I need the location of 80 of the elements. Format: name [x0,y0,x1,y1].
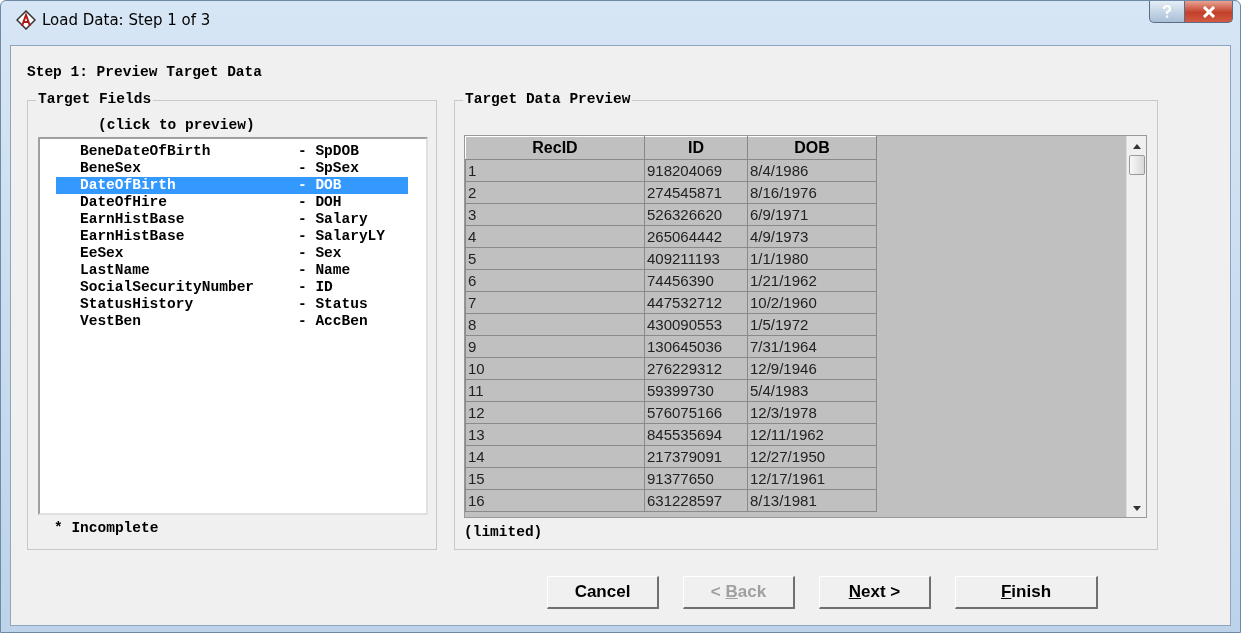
table-cell: 1 [465,159,645,182]
table-cell: 59399730 [644,379,748,402]
group-legend: Target Data Preview [463,91,633,107]
table-cell: 274545871 [644,181,748,204]
table-cell: 3 [465,203,645,226]
table-cell: 4 [465,225,645,248]
field-list-item[interactable]: BeneDateOfBirth - SpDOB [56,143,408,160]
table-cell: 12/11/1962 [747,423,877,446]
window-title: Load Data: Step 1 of 3 [42,11,211,29]
table-cell: 12/3/1978 [747,401,877,424]
field-list-item[interactable]: LastName - Name [56,262,408,279]
wizard-button[interactable]: Next > [819,576,931,609]
table-cell: 9 [465,335,645,358]
footnote-text: * Incomplete [53,519,160,536]
table-cell: 430090553 [644,313,748,336]
table-cell: 8/16/1976 [747,181,877,204]
close-icon [1201,5,1216,18]
field-list-item[interactable]: BeneSex - SpSex [56,160,408,177]
table-cell: 14 [465,445,645,468]
table-cell: 130645036 [644,335,748,358]
table-cell: 1/21/1962 [747,269,877,292]
limited-note: (limited) [464,523,544,540]
app-logo-icon [16,10,36,30]
field-list-item[interactable]: StatusHistory - Status [56,296,408,313]
table-cell: 5 [465,247,645,270]
table-cell: 8/13/1981 [747,489,877,512]
field-list-item[interactable]: DateOfHire - DOH [56,194,408,211]
column-header[interactable]: DOB [747,136,877,160]
column-header[interactable]: ID [644,136,748,160]
table-cell: 447532712 [644,291,748,314]
table-cell: 409211193 [644,247,748,270]
table-cell: 217379091 [644,445,748,468]
close-button[interactable] [1185,1,1233,23]
table-cell: 1/1/1980 [747,247,877,270]
field-list-item[interactable]: EarnHistBase - SalaryLY [56,228,408,245]
group-legend: Target Fields [36,91,154,107]
table-cell: 6 [465,269,645,292]
table-cell: 918204069 [644,159,748,182]
wizard-button[interactable]: Finish [955,576,1098,609]
table-cell: 576075166 [644,401,748,424]
table-cell: 12/9/1946 [747,357,877,380]
field-list-item[interactable]: VestBen - AccBen [56,313,408,330]
scroll-up-icon[interactable] [1132,144,1141,149]
field-list-item[interactable]: EeSex - Sex [56,245,408,262]
table-cell: 91377650 [644,467,748,490]
hint-text: (click to preview) [97,117,256,135]
table-cell: 8 [465,313,645,336]
field-list-item[interactable]: EarnHistBase - Salary [56,211,408,228]
table-cell: 4/9/1973 [747,225,877,248]
table-cell: 13 [465,423,645,446]
table-cell: 11 [465,379,645,402]
scrollbar[interactable] [1126,136,1146,517]
help-icon [1162,4,1172,19]
table-cell: 526326620 [644,203,748,226]
scroll-down-icon[interactable] [1132,506,1141,511]
field-list-item[interactable]: SocialSecurityNumber - ID [56,279,408,296]
scroll-thumb[interactable] [1128,155,1145,175]
table-cell: 845535694 [644,423,748,446]
table-cell: 7/31/1964 [747,335,877,358]
table-cell: 15 [465,467,645,490]
table-cell: 265064442 [644,225,748,248]
table-cell: 631228597 [644,489,748,512]
table-cell: 5/4/1983 [747,379,877,402]
table-cell: 10/2/1960 [747,291,877,314]
table-cell: 8/4/1986 [747,159,877,182]
column-header[interactable]: RecID [465,136,645,160]
table-cell: 7 [465,291,645,314]
table-cell: 12 [465,401,645,424]
table-cell: 12/27/1950 [747,445,877,468]
table-cell: 10 [465,357,645,380]
table-cell: 74456390 [644,269,748,292]
help-button[interactable] [1149,1,1185,23]
table-cell: 2 [465,181,645,204]
table-cell: 12/17/1961 [747,467,877,490]
step-heading: Step 1: Preview Target Data [27,64,263,80]
table-cell: 1/5/1972 [747,313,877,336]
table-cell: 16 [465,489,645,512]
table-cell: 276229312 [644,357,748,380]
wizard-button[interactable]: Cancel [547,576,659,609]
table-cell: 6/9/1971 [747,203,877,226]
